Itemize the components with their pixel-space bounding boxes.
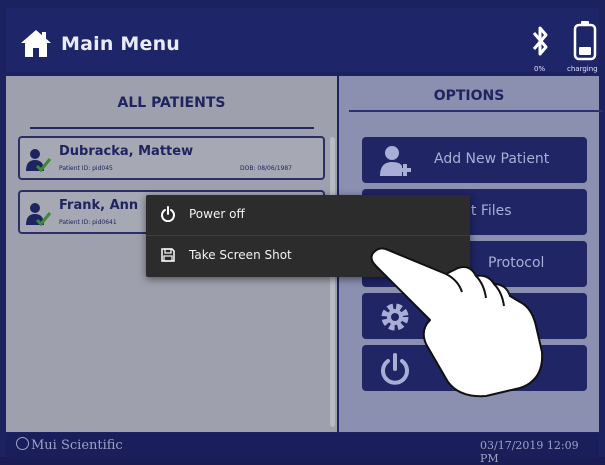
patient-id: Patient ID: pid045 (59, 165, 113, 172)
patients-heading: ALL PATIENTS (117, 95, 226, 111)
patient-check-icon (26, 149, 51, 173)
battery-status: charging (567, 65, 598, 73)
brand-logo-icon (16, 437, 29, 450)
menu-item-power-off[interactable]: Power off (146, 195, 470, 235)
patient-name: Dubracka, Mattew (59, 144, 194, 159)
brand: Mui Scientific (16, 437, 123, 453)
pointing-hand-icon (370, 247, 544, 398)
patient-list-scrollbar[interactable] (330, 137, 335, 427)
datetime: 03/17/2019 12:09 PM (480, 439, 579, 465)
add-user-icon (380, 146, 411, 176)
patient-dob: DOB: 08/06/1987 (240, 165, 292, 172)
power-icon (161, 206, 175, 222)
menu-item-label: Power off (189, 207, 245, 221)
home-icon[interactable] (20, 28, 52, 58)
brand-name: Mui Scientific (31, 438, 123, 453)
bluetooth-status: 0% (534, 65, 546, 73)
menu-item-label: Take Screen Shot (189, 248, 292, 262)
bluetooth-icon (532, 26, 548, 56)
save-icon (161, 248, 175, 262)
divider (349, 110, 603, 112)
add-new-patient-button[interactable]: Add New Patient (362, 137, 587, 183)
header-bar: Main Menu 0% charging (6, 8, 599, 73)
patient-check-icon (26, 203, 51, 227)
patient-card[interactable]: Dubracka, Mattew Patient ID: pid045 DOB:… (18, 136, 325, 180)
page-title: Main Menu (61, 33, 181, 55)
patient-name: Frank, Ann (59, 198, 139, 213)
option-label: Add New Patient (434, 151, 550, 167)
patient-id: Patient ID: pid0641 (59, 219, 117, 226)
options-heading: OPTIONS (433, 88, 505, 104)
divider (30, 127, 314, 129)
battery-icon (573, 21, 597, 61)
footer-bar: Mui Scientific 03/17/2019 12:09 PM (6, 433, 599, 465)
